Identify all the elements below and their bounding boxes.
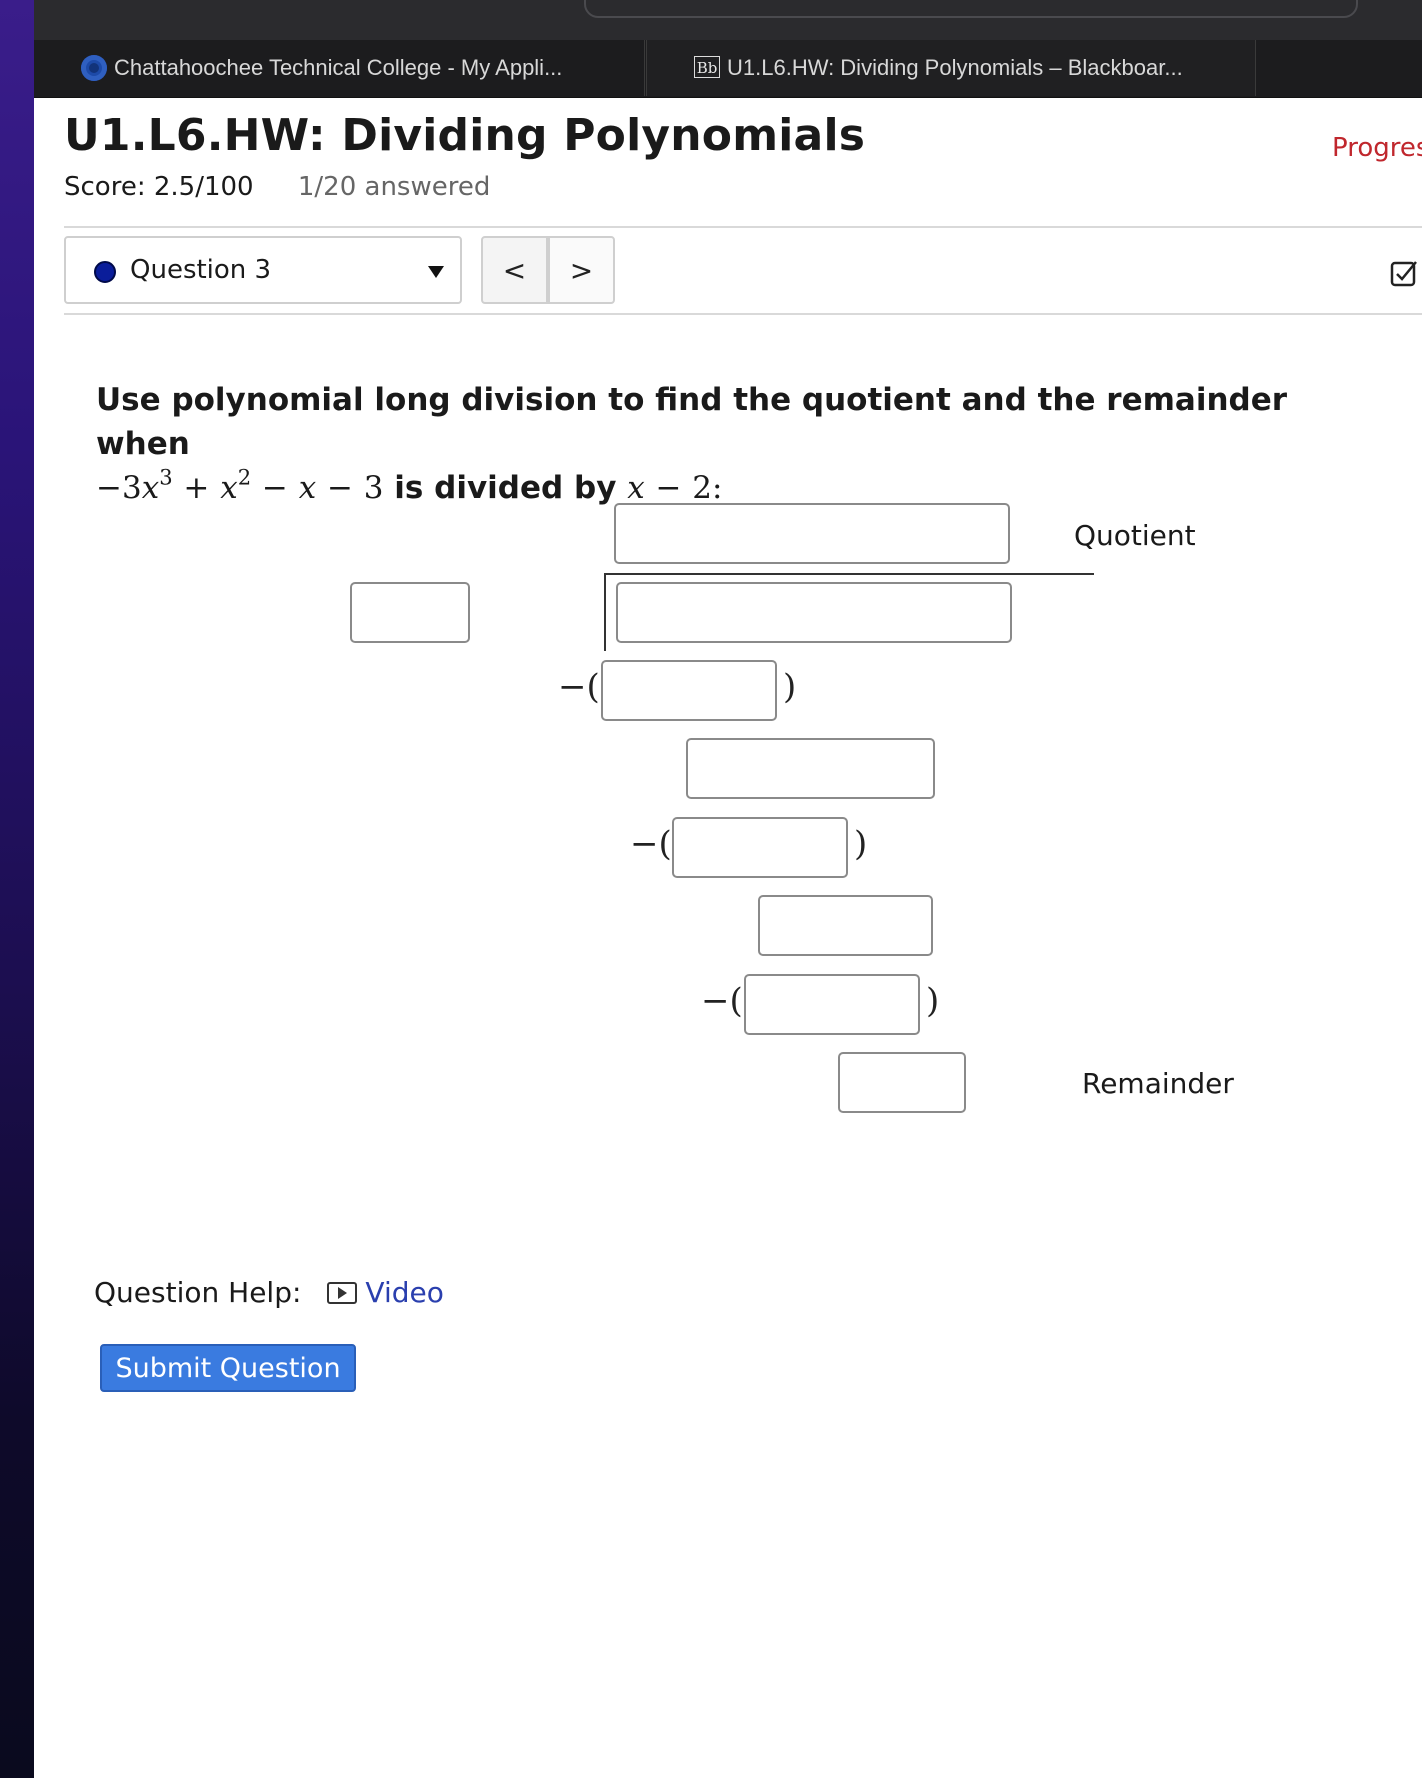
remainder-label: Remainder xyxy=(1082,1067,1234,1100)
division-bracket-top xyxy=(604,573,1094,575)
math-exp3: 3 xyxy=(159,464,173,490)
divider xyxy=(64,313,1422,315)
divided-by-text: is divided by xyxy=(394,470,617,506)
math-exp2: 2 xyxy=(237,464,252,490)
question-select-label: Question 3 xyxy=(130,255,272,285)
browser-window: Chattahoochee Technical College - My App… xyxy=(34,0,1422,1778)
video-link[interactable]: Video xyxy=(365,1276,443,1309)
subtract-close-2: ) xyxy=(854,824,868,864)
math-divisor-var: x xyxy=(627,470,645,506)
subtract-open-2: −( xyxy=(630,824,672,864)
question-prompt: Use polynomial long division to find the… xyxy=(96,378,1296,510)
quotient-label: Quotient xyxy=(1074,519,1196,552)
math-var: x xyxy=(141,470,160,506)
answered-count: 1/20 answered xyxy=(297,172,491,202)
divider xyxy=(64,226,1422,228)
address-bar[interactable] xyxy=(584,0,1358,18)
browser-toolbar xyxy=(34,0,1422,40)
tab-blackboard[interactable]: U1.L6.HW: Dividing Polynomials – Blackbo… xyxy=(646,40,1256,96)
math-var: x xyxy=(298,470,317,506)
difference-input-2[interactable] xyxy=(758,895,933,956)
subtract-open-1: −( xyxy=(558,667,600,707)
math-divisor-const: 2: xyxy=(692,470,723,506)
math-neg: − xyxy=(96,470,122,506)
subtract-input-3[interactable] xyxy=(744,974,920,1035)
caret-down-icon xyxy=(428,266,444,278)
divisor-input[interactable] xyxy=(350,582,470,643)
submit-question-button[interactable]: Submit Question xyxy=(100,1344,356,1392)
page-title: U1.L6.HW: Dividing Polynomials xyxy=(64,110,866,161)
math-divisor-minus: − xyxy=(655,470,682,506)
question-help-label: Question Help: xyxy=(94,1276,302,1309)
college-favicon-icon xyxy=(81,55,107,81)
division-bracket-side xyxy=(604,573,606,651)
subtract-close-3: ) xyxy=(926,981,940,1021)
math-minus: − xyxy=(261,470,288,506)
math-coef: 3 xyxy=(121,470,142,506)
tab-chattahoochee[interactable]: Chattahoochee Technical College - My App… xyxy=(34,40,645,96)
subtract-input-1[interactable] xyxy=(601,660,777,721)
question-select[interactable]: Question 3 xyxy=(64,236,462,304)
video-icon xyxy=(327,1281,358,1304)
tab-label: U1.L6.HW: Dividing Polynomials – Blackbo… xyxy=(727,55,1183,80)
math-minus: − xyxy=(326,470,353,506)
math-var: x xyxy=(220,470,238,506)
question-status-icon xyxy=(94,261,116,283)
score-text: Score: 2.5/100 xyxy=(64,172,254,202)
checklist-icon[interactable] xyxy=(1390,259,1418,287)
chevron-left-icon: < xyxy=(502,253,527,287)
next-question-button[interactable]: > xyxy=(548,236,615,304)
quotient-input[interactable] xyxy=(614,503,1010,564)
blackboard-favicon-icon: Bb xyxy=(694,56,720,78)
dividend-input[interactable] xyxy=(616,582,1012,643)
subtract-input-2[interactable] xyxy=(672,817,848,878)
math-const: 3 xyxy=(363,470,384,506)
math-plus: + xyxy=(183,470,210,506)
progress-link[interactable]: Progres xyxy=(1332,133,1422,163)
subtract-close-1: ) xyxy=(783,667,797,707)
desktop-background xyxy=(0,0,34,1778)
prompt-text: Use polynomial long division to find the… xyxy=(96,382,1288,462)
tab-label: Chattahoochee Technical College - My App… xyxy=(114,55,563,80)
score-row: Score: 2.5/100 1/20 answered xyxy=(64,172,490,202)
remainder-input[interactable] xyxy=(838,1052,966,1113)
chevron-right-icon: > xyxy=(569,253,594,287)
question-help: Question Help: Video xyxy=(94,1276,444,1309)
subtract-open-3: −( xyxy=(701,981,743,1021)
previous-question-button[interactable]: < xyxy=(481,236,548,304)
difference-input-1[interactable] xyxy=(686,738,935,799)
tab-strip: Chattahoochee Technical College - My App… xyxy=(34,40,1422,98)
